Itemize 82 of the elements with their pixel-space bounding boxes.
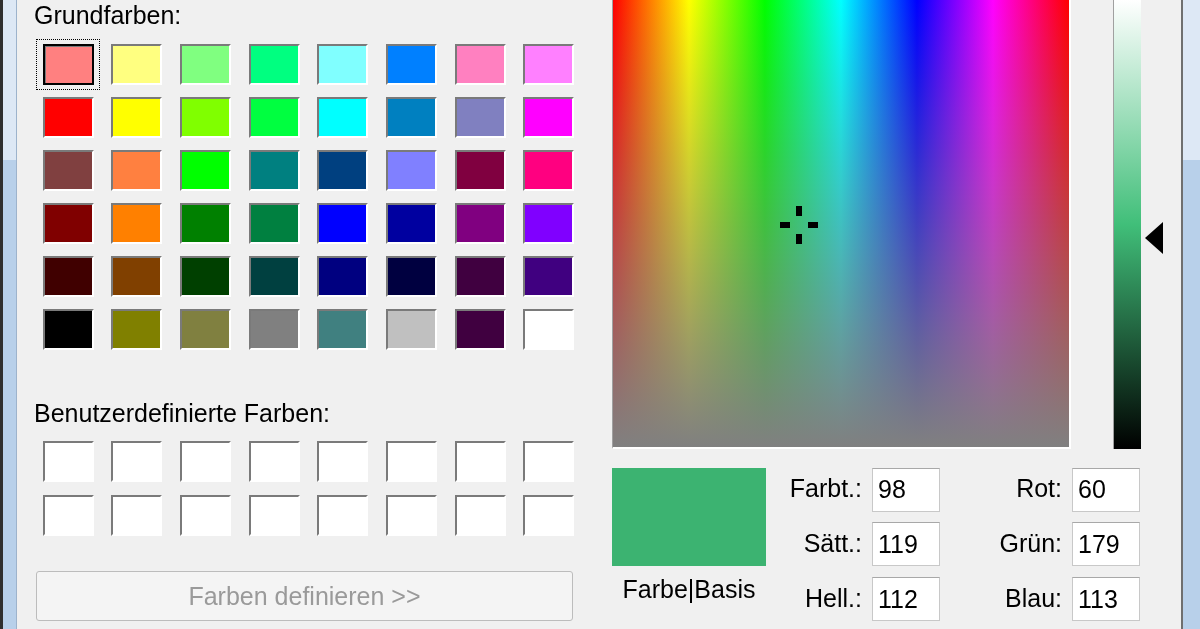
basic-colors-label: Grundfarben: <box>34 0 182 30</box>
field-label: Sätt.: <box>803 527 862 558</box>
color-swatch-icon[interactable] <box>385 441 437 483</box>
color-swatch-icon[interactable] <box>42 96 94 138</box>
custom-colors-label: Benutzerdefinierte Farben: <box>34 397 330 428</box>
color-swatch-icon[interactable] <box>317 96 369 138</box>
number-field[interactable]: 112 <box>872 577 940 622</box>
color-swatch-icon[interactable] <box>42 149 94 191</box>
color-swatch-icon[interactable] <box>523 149 575 191</box>
color-swatch-icon[interactable] <box>248 441 300 483</box>
color-swatch-icon[interactable] <box>317 441 369 483</box>
color-swatch-icon[interactable] <box>385 43 437 85</box>
color-swatch-icon[interactable] <box>248 149 300 191</box>
color-swatch-icon[interactable] <box>111 202 163 244</box>
color-swatch-icon[interactable] <box>248 96 300 138</box>
color-swatch-icon[interactable] <box>385 149 437 191</box>
color-swatch-icon[interactable] <box>179 494 231 536</box>
crosshair-icon <box>780 206 819 245</box>
color-swatch-icon[interactable] <box>454 149 506 191</box>
field-label: Rot: <box>1016 473 1062 504</box>
color-swatch-icon[interactable] <box>454 96 506 138</box>
color-swatch-icon[interactable] <box>385 494 437 536</box>
color-swatch-icon[interactable] <box>454 441 506 483</box>
color-swatch-icon[interactable] <box>454 308 506 350</box>
color-swatch-icon[interactable] <box>179 441 231 483</box>
color-swatch-icon[interactable] <box>454 43 506 85</box>
color-swatch-icon[interactable] <box>317 202 369 244</box>
color-swatch-icon[interactable] <box>317 494 369 536</box>
color-swatch-icon[interactable] <box>454 255 506 297</box>
color-swatch-icon[interactable] <box>317 149 369 191</box>
color-swatch-icon[interactable] <box>248 43 300 85</box>
field-label: Grün: <box>999 527 1062 558</box>
color-swatch-icon[interactable] <box>111 43 163 85</box>
number-field[interactable]: 119 <box>872 522 940 567</box>
color-swatch-icon[interactable] <box>179 255 231 297</box>
color-swatch-icon[interactable] <box>523 308 575 350</box>
color-swatch-icon[interactable] <box>42 255 94 297</box>
number-field[interactable]: 60 <box>1072 467 1140 512</box>
color-swatch-icon[interactable] <box>385 96 437 138</box>
color-swatch-icon[interactable] <box>179 96 231 138</box>
color-swatch-icon[interactable] <box>523 494 575 536</box>
color-swatch-icon[interactable] <box>385 308 437 350</box>
color-swatch-icon[interactable] <box>111 494 163 536</box>
color-swatch-icon[interactable] <box>523 441 575 483</box>
color-swatch-icon[interactable] <box>42 494 94 536</box>
number-field[interactable]: 179 <box>1072 522 1140 567</box>
color-swatch-icon[interactable] <box>454 202 506 244</box>
color-swatch-icon[interactable] <box>42 202 94 244</box>
field-label: Blau: <box>1005 582 1062 613</box>
color-swatch-icon[interactable] <box>523 255 575 297</box>
color-swatch-icon[interactable] <box>179 202 231 244</box>
color-swatch-icon[interactable] <box>523 202 575 244</box>
color-swatch-icon[interactable] <box>248 308 300 350</box>
color-swatch-icon[interactable] <box>454 494 506 536</box>
color-swatch-icon[interactable] <box>317 43 369 85</box>
color-swatch-icon[interactable] <box>248 202 300 244</box>
color-swatch-icon[interactable] <box>111 149 163 191</box>
number-field[interactable]: 113 <box>1072 577 1140 622</box>
number-field[interactable]: 98 <box>872 467 940 512</box>
color-swatch-icon[interactable] <box>385 202 437 244</box>
color-preview-label: Farbe|Basis <box>622 574 756 605</box>
color-swatch-icon[interactable] <box>179 149 231 191</box>
color-swatch-icon[interactable] <box>317 308 369 350</box>
color-swatch-icon[interactable] <box>42 441 94 483</box>
color-swatch-icon[interactable] <box>385 255 437 297</box>
color-swatch-icon[interactable] <box>523 96 575 138</box>
color-swatch-icon[interactable] <box>42 308 94 350</box>
color-swatch-icon[interactable] <box>111 308 163 350</box>
color-swatch-icon[interactable] <box>111 441 163 483</box>
color-swatch-icon[interactable] <box>111 96 163 138</box>
color-spectrum[interactable] <box>612 0 1071 449</box>
color-swatch-icon[interactable] <box>179 308 231 350</box>
color-swatch-icon[interactable] <box>248 255 300 297</box>
slider-arrow-icon[interactable] <box>1145 221 1163 254</box>
color-swatch-icon[interactable] <box>248 494 300 536</box>
color-swatch-icon[interactable] <box>111 255 163 297</box>
field-label: Farbt.: <box>789 473 862 504</box>
color-swatch-icon[interactable] <box>317 255 369 297</box>
color-swatch-icon[interactable] <box>42 43 94 85</box>
color-swatch-icon[interactable] <box>179 43 231 85</box>
field-label: Hell.: <box>805 582 862 613</box>
color-swatch-icon[interactable] <box>523 43 575 85</box>
